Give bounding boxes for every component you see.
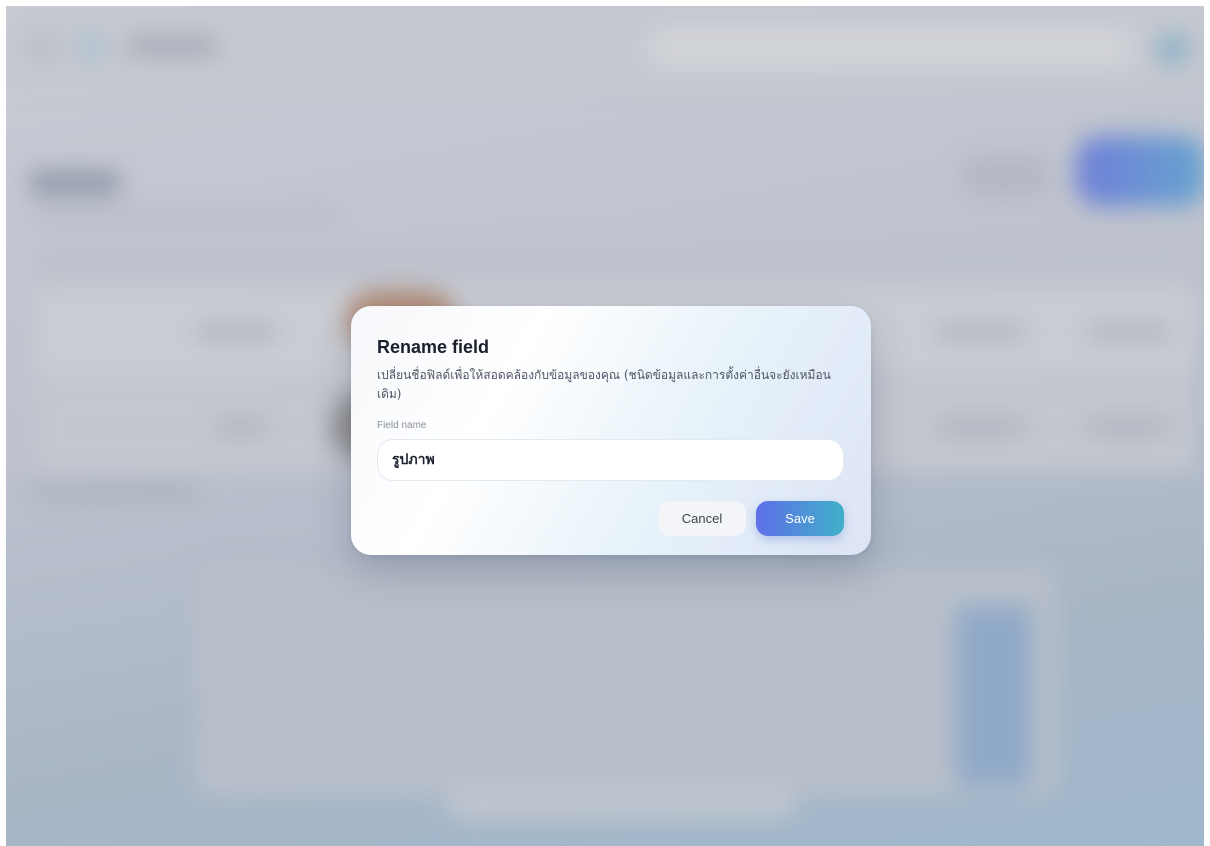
avatar [1156,32,1190,66]
secondary-button [961,156,1051,196]
search-bar [646,28,1136,68]
chart-panel [196,566,1056,796]
footer-bar [446,791,796,819]
table-cell [196,326,276,338]
page-subtitle [30,211,340,221]
page-title [30,171,120,195]
table-cell [936,326,1026,338]
dialog-title: Rename field [377,337,490,357]
rename-field-dialog: Rename field เปลี่ยนชื่อฟิลด์เพื่อให้สอด… [351,306,871,555]
save-button[interactable]: Save [756,501,844,536]
highlight-bar [956,606,1031,786]
table-cell [1086,421,1171,433]
dialog-actions: Cancel Save [658,501,844,536]
field-name-input[interactable] [377,439,844,481]
app-brand [128,38,218,54]
field-name-label: Field name [377,420,427,431]
dialog-description: เปลี่ยนชื่อฟิลด์เพื่อให้สอดคล้องกับข้อมู… [377,368,831,401]
menu-icon [30,34,56,60]
table-footnote [30,486,200,496]
table-cell [1086,326,1171,338]
primary-button [1076,136,1204,206]
table-cell [216,421,266,433]
table-cell [936,421,1026,433]
table-header [36,246,1196,280]
cancel-button[interactable]: Cancel [658,501,746,536]
app-logo-icon [78,34,104,60]
